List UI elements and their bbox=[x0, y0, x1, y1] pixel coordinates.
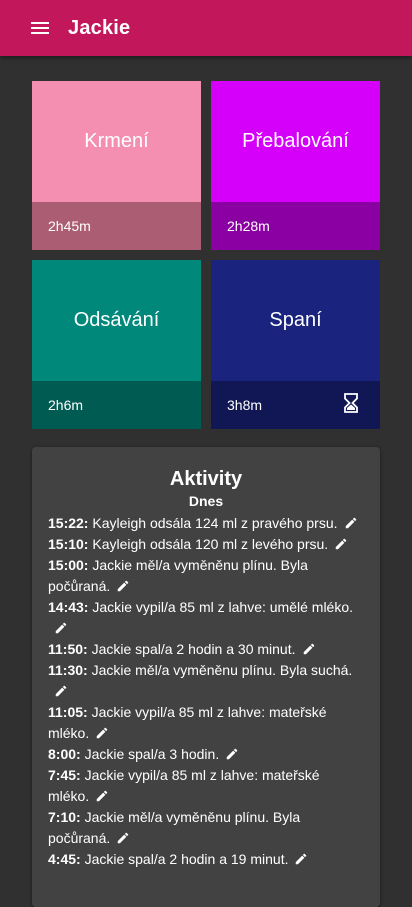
activity-text: Jackie vypil/a 85 ml z lahve: mateřské m… bbox=[48, 767, 320, 804]
tile-spani-footer: 3h8m bbox=[211, 381, 380, 429]
activities-title: Aktivity bbox=[169, 468, 243, 490]
tile-spani[interactable]: Spaní 3h8m bbox=[211, 260, 380, 429]
activity-entry: 7:10: Jackie měl/a vyměněnu plínu. Byla … bbox=[48, 807, 364, 849]
activity-time: 15:22: bbox=[48, 515, 89, 531]
activity-text: Jackie měl/a vyměněnu plínu. Byla suchá. bbox=[91, 662, 353, 678]
edit-icon[interactable] bbox=[302, 641, 318, 657]
edit-icon[interactable] bbox=[54, 683, 70, 699]
activity-time: 8:00: bbox=[48, 746, 81, 762]
tile-krmeni-time: 2h45m bbox=[32, 202, 201, 250]
activity-time: 7:10: bbox=[48, 809, 81, 825]
activity-entry: 11:30: Jackie měl/a vyměněnu plínu. Byla… bbox=[48, 660, 364, 702]
activity-entry: 15:22: Kayleigh odsála 124 ml z pravého … bbox=[48, 513, 364, 534]
activity-text: Jackie vypil/a 85 ml z lahve: umělé mlék… bbox=[92, 599, 354, 615]
activity-list: 15:22: Kayleigh odsála 124 ml z pravého … bbox=[48, 513, 364, 870]
activity-time: 14:43: bbox=[48, 599, 89, 615]
app-title: Jackie bbox=[68, 16, 131, 39]
activity-entry: 15:00: Jackie měl/a vyměněnu plínu. Byla… bbox=[48, 555, 364, 597]
tile-odsavani-label: Odsávání bbox=[32, 260, 201, 381]
tile-prebalovani[interactable]: Přebalování 2h28m bbox=[211, 81, 380, 250]
tile-prebalovani-time: 2h28m bbox=[211, 202, 380, 250]
activity-text: Kayleigh odsála 124 ml z pravého prsu. bbox=[92, 515, 338, 531]
activity-entry: 11:50: Jackie spal/a 2 hodin a 30 minut. bbox=[48, 639, 364, 660]
edit-icon[interactable] bbox=[334, 536, 350, 552]
hourglass-icon[interactable] bbox=[344, 393, 362, 417]
app-bar: Jackie bbox=[0, 0, 412, 56]
edit-icon[interactable] bbox=[225, 746, 241, 762]
tile-krmeni[interactable]: Krmení 2h45m bbox=[32, 81, 201, 250]
activity-text: Jackie spal/a 3 hodin. bbox=[84, 746, 220, 762]
activity-entry: 14:43: Jackie vypil/a 85 ml z lahve: umě… bbox=[48, 597, 364, 639]
activity-entry: 4:45: Jackie spal/a 2 hodin a 19 minut. bbox=[48, 849, 364, 870]
activity-time: 11:05: bbox=[48, 704, 88, 720]
tile-odsavani[interactable]: Odsávání 2h6m bbox=[32, 260, 201, 429]
edit-icon[interactable] bbox=[95, 788, 111, 804]
activity-text: Kayleigh odsála 120 ml z levého prsu. bbox=[92, 536, 329, 552]
activity-text: Jackie vypil/a 85 ml z lahve: mateřské m… bbox=[48, 704, 327, 741]
activity-entry: 11:05: Jackie vypil/a 85 ml z lahve: mat… bbox=[48, 702, 364, 744]
edit-icon[interactable] bbox=[116, 830, 132, 846]
activity-time: 11:50: bbox=[48, 641, 88, 657]
tile-odsavani-time: 2h6m bbox=[32, 381, 201, 429]
edit-icon[interactable] bbox=[54, 620, 70, 636]
activity-entry: 8:00: Jackie spal/a 3 hodin. bbox=[48, 744, 364, 765]
activity-time: 15:10: bbox=[48, 536, 89, 552]
activities-day-label: Dnes bbox=[188, 493, 224, 509]
activity-entry: 7:45: Jackie vypil/a 85 ml z lahve: mate… bbox=[48, 765, 364, 807]
edit-icon[interactable] bbox=[116, 578, 132, 594]
activity-time: 4:45: bbox=[48, 851, 81, 867]
edit-icon[interactable] bbox=[95, 725, 111, 741]
activity-entry: 15:10: Kayleigh odsála 120 ml z levého p… bbox=[48, 534, 364, 555]
tile-spani-time: 3h8m bbox=[227, 397, 263, 413]
activities-card: Aktivity Dnes 15:22: Kayleigh odsála 124… bbox=[32, 447, 380, 907]
activity-text: Jackie spal/a 2 hodin a 30 minut. bbox=[91, 641, 296, 657]
activity-time: 15:00: bbox=[48, 557, 89, 573]
tile-krmeni-label: Krmení bbox=[32, 81, 201, 202]
activity-text: Jackie spal/a 2 hodin a 19 minut. bbox=[84, 851, 289, 867]
tile-prebalovani-label: Přebalování bbox=[211, 81, 380, 202]
activity-time: 11:30: bbox=[48, 662, 88, 678]
edit-icon[interactable] bbox=[294, 851, 310, 867]
activity-text: Jackie měl/a vyměněnu plínu. Byla počůra… bbox=[48, 809, 301, 846]
menu-icon[interactable] bbox=[28, 16, 52, 40]
activity-time: 7:45: bbox=[48, 767, 81, 783]
tile-spani-label: Spaní bbox=[211, 260, 380, 381]
edit-icon[interactable] bbox=[344, 515, 360, 531]
